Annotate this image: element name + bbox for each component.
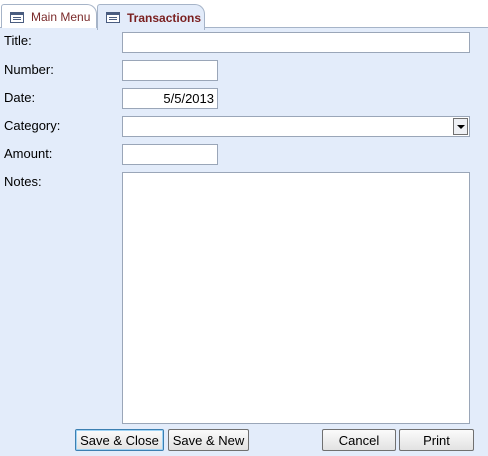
document-tab-strip: Main Menu Transactions xyxy=(0,0,488,30)
number-field[interactable] xyxy=(122,60,218,81)
number-label: Number: xyxy=(4,62,54,77)
title-label: Title: xyxy=(4,33,32,48)
form-icon xyxy=(106,12,120,23)
print-button[interactable]: Print xyxy=(399,429,474,451)
tab-main-menu[interactable]: Main Menu xyxy=(1,4,97,29)
save-new-button[interactable]: Save & New xyxy=(168,429,249,451)
chevron-down-icon xyxy=(456,124,465,129)
amount-label: Amount: xyxy=(4,146,53,161)
transactions-form: Title: Number: Date: 5/5/2013 Category: … xyxy=(0,28,488,456)
notes-field[interactable] xyxy=(122,172,470,424)
save-close-button[interactable]: Save & Close xyxy=(75,429,164,451)
dropdown-button[interactable] xyxy=(453,118,468,135)
date-field[interactable]: 5/5/2013 xyxy=(122,88,218,109)
title-field[interactable] xyxy=(122,32,470,53)
amount-field[interactable] xyxy=(122,144,218,165)
cancel-button[interactable]: Cancel xyxy=(322,429,396,451)
tab-label: Transactions xyxy=(127,10,202,25)
notes-label: Notes: xyxy=(4,174,42,189)
tab-transactions[interactable]: Transactions xyxy=(97,4,205,30)
tab-label: Main Menu xyxy=(31,10,91,24)
date-label: Date: xyxy=(4,90,36,105)
category-label: Category: xyxy=(4,118,61,133)
category-combo[interactable] xyxy=(122,116,470,137)
form-icon xyxy=(10,11,24,23)
